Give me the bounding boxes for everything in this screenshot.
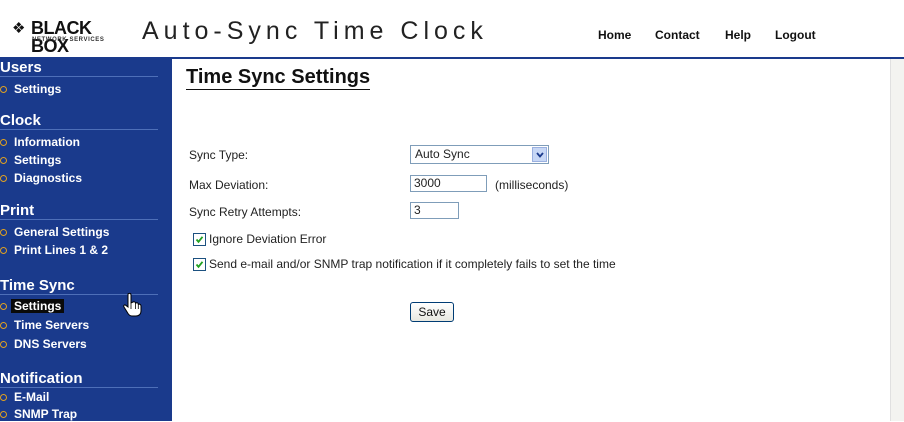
sidebar-item-time-servers[interactable]: Time Servers — [0, 317, 150, 333]
sidebar-item-label: Information — [14, 135, 80, 149]
bullet-icon — [0, 302, 7, 310]
sidebar-item-label: E-Mail — [14, 390, 50, 404]
vertical-scrollbar[interactable] — [890, 59, 904, 421]
send-notification-label: Send e-mail and/or SNMP trap notificatio… — [209, 257, 616, 271]
sidebar-section-clock: Clock — [0, 112, 41, 129]
sync-type-value: Auto Sync — [415, 147, 470, 161]
nav-logout-link[interactable]: Logout — [775, 28, 816, 42]
sidebar-item-label: Diagnostics — [14, 171, 83, 185]
ignore-deviation-label: Ignore Deviation Error — [209, 232, 327, 246]
bullet-icon — [0, 340, 7, 348]
sync-type-label: Sync Type: — [189, 148, 249, 162]
sidebar-item-label: Settings — [14, 82, 62, 96]
sidebar-section-users: Users — [0, 59, 42, 76]
sidebar-item-print-general-settings[interactable]: General Settings — [0, 224, 150, 240]
sidebar-item-label: General Settings — [14, 225, 110, 239]
bullet-icon — [0, 246, 7, 254]
sync-type-select[interactable]: Auto Sync — [410, 145, 549, 164]
send-notification-checkbox[interactable] — [193, 258, 206, 271]
sidebar-item-label: Settings — [11, 299, 65, 313]
sidebar-item-label: SNMP Trap — [14, 407, 78, 421]
sidebar-item-print-lines[interactable]: Print Lines 1 & 2 — [0, 242, 150, 258]
sidebar-item-email[interactable]: E-Mail — [0, 389, 150, 405]
bullet-icon — [0, 85, 7, 93]
bullet-icon — [0, 321, 7, 329]
sidebar-item-clock-settings[interactable]: Settings — [0, 152, 150, 168]
retry-attempts-input[interactable]: 3 — [410, 202, 459, 219]
sidebar-item-label: Print Lines 1 & 2 — [14, 243, 109, 257]
ignore-deviation-checkbox[interactable] — [193, 233, 206, 246]
bullet-icon — [0, 393, 7, 401]
section-divider — [0, 76, 158, 77]
bullet-icon — [0, 228, 7, 236]
check-icon — [195, 261, 204, 269]
sidebar-item-label: DNS Servers — [14, 337, 87, 351]
save-button[interactable]: Save — [410, 302, 454, 322]
sidebar-item-users-settings[interactable]: Settings — [0, 81, 150, 97]
sidebar-item-snmp-trap[interactable]: SNMP Trap — [0, 406, 150, 422]
header: ❖ BLACK BOX NETWORK SERVICES Auto-Sync T… — [0, 0, 904, 59]
sidebar-section-notification: Notification — [0, 370, 83, 387]
max-deviation-unit: (milliseconds) — [495, 178, 569, 192]
section-divider — [0, 387, 158, 388]
main-content: Time Sync Settings Sync Type: Auto Sync … — [172, 59, 904, 421]
nav-contact-link[interactable]: Contact — [655, 28, 700, 42]
chevron-down-icon[interactable] — [532, 147, 547, 162]
nav-home-link[interactable]: Home — [598, 28, 631, 42]
sidebar: Users Settings Clock Information Setting… — [0, 59, 172, 421]
sidebar-item-clock-diagnostics[interactable]: Diagnostics — [0, 170, 150, 186]
max-deviation-input[interactable]: 3000 — [410, 175, 487, 192]
retry-attempts-label: Sync Retry Attempts: — [189, 205, 302, 219]
sidebar-section-print: Print — [0, 202, 35, 219]
bullet-icon — [0, 410, 7, 418]
hand-pointer-icon — [123, 292, 142, 317]
top-navigation: Home Contact Help Logout — [0, 28, 904, 44]
sidebar-item-dns-servers[interactable]: DNS Servers — [0, 336, 150, 352]
bullet-icon — [0, 156, 7, 164]
sidebar-item-label: Time Servers — [14, 318, 90, 332]
bullet-icon — [0, 138, 7, 146]
max-deviation-label: Max Deviation: — [189, 178, 269, 192]
nav-help-link[interactable]: Help — [725, 28, 751, 42]
check-icon — [195, 236, 204, 244]
section-divider — [0, 219, 158, 220]
sidebar-item-clock-information[interactable]: Information — [0, 134, 150, 150]
bullet-icon — [0, 174, 7, 182]
sidebar-item-label: Settings — [14, 153, 62, 167]
page-title: Time Sync Settings — [186, 66, 371, 90]
section-divider — [0, 129, 158, 130]
sidebar-section-time-sync: Time Sync — [0, 277, 75, 294]
